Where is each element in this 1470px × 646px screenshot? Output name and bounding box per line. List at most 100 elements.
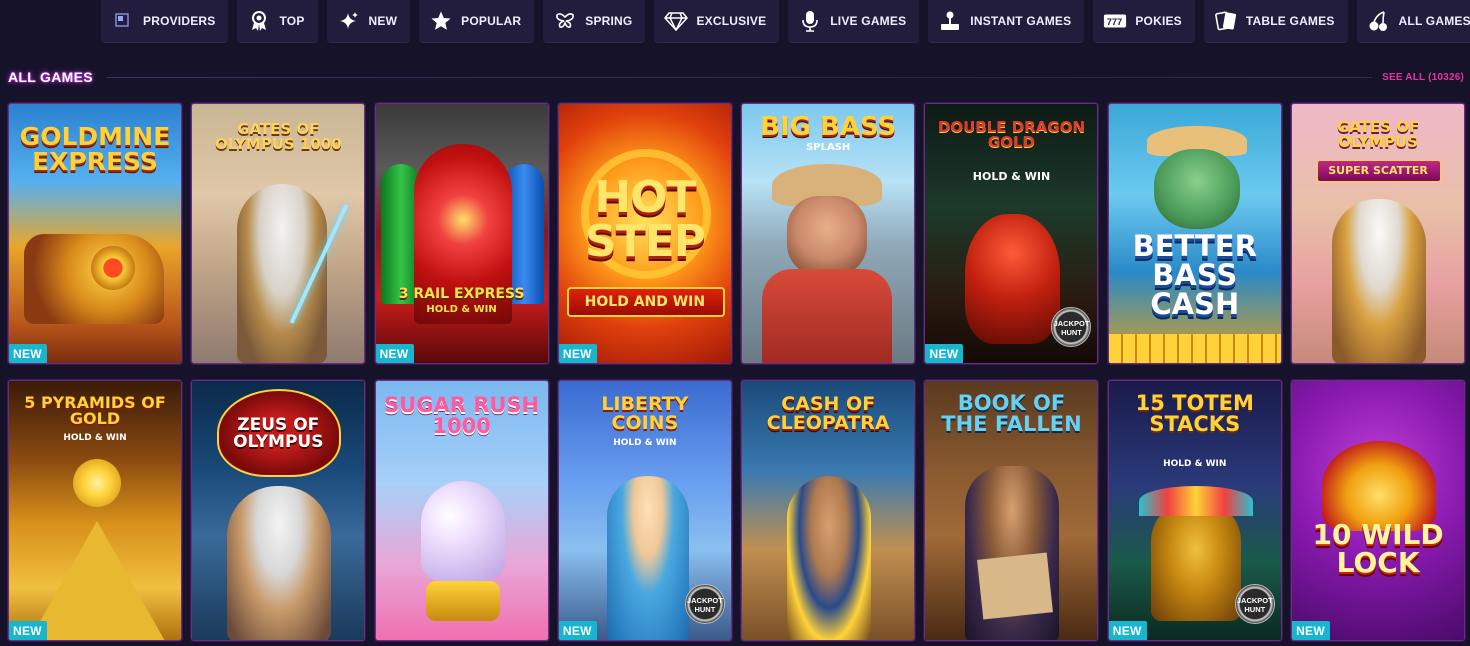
game-title: GATES OF OLYMPUS 1000: [214, 120, 342, 153]
game-title: 5 PYRAMIDS OF GOLD: [24, 393, 166, 428]
category-label: PROVIDERS: [143, 14, 216, 28]
liberty-statue-art: [606, 476, 689, 640]
category-spring[interactable]: SPRING: [543, 0, 646, 43]
cherries-icon: [1367, 9, 1391, 33]
game-title: HOT STEP: [584, 172, 706, 267]
star-icon: [429, 9, 453, 33]
category-exclusive[interactable]: EXCLUSIVE: [654, 0, 780, 43]
category-label: TABLE GAMES: [1245, 14, 1335, 28]
gold-coin-art: [73, 459, 121, 507]
new-badge: NEW: [1292, 621, 1330, 640]
game-card-hot-step[interactable]: HOT STEP HOLD AND WIN NEW: [557, 103, 732, 364]
joystick-icon: [938, 9, 962, 33]
category-all-games[interactable]: ALL GAMES: [1356, 0, 1470, 43]
game-title: 3 RAIL EXPRESS: [398, 286, 525, 302]
category-label: EXCLUSIVE: [696, 14, 767, 28]
see-all-link[interactable]: SEE ALL (10326): [1382, 72, 1464, 83]
game-title: DOUBLE DRAGON GOLD: [937, 118, 1086, 151]
game-subtitle: SUPER SCATTER: [1328, 164, 1428, 177]
game-card-zeus-of-olympus[interactable]: ZEUS OF OLYMPUS: [191, 380, 366, 641]
sparkle-icon: [337, 9, 361, 33]
pyramid-art: [29, 521, 165, 640]
game-title: GOLDMINE EXPRESS: [19, 122, 171, 176]
new-badge: NEW: [9, 621, 47, 640]
category-providers[interactable]: PROVIDERS: [101, 0, 229, 43]
game-card-3-rail-express[interactable]: 3 RAIL EXPRESS HOLD & WIN NEW: [374, 103, 549, 364]
category-popular[interactable]: POPULAR: [419, 0, 535, 43]
game-card-double-dragon-gold[interactable]: DOUBLE DRAGON GOLD HOLD & WIN JACKPOT HUN…: [924, 103, 1099, 364]
jackpot-hunt-badge: JACKPOT HUNT: [684, 584, 725, 624]
game-title: LIBERTY COINS: [601, 393, 689, 434]
diamond-icon: [664, 9, 689, 33]
game-card-10-wild-lock[interactable]: 10 WILD LOCK NEW: [1291, 380, 1466, 641]
award-icon: [247, 9, 271, 33]
new-badge: NEW: [9, 344, 47, 363]
game-card-gates-of-olympus-1000[interactable]: GATES OF OLYMPUS 1000: [191, 103, 366, 364]
games-grid: GOLDMINE EXPRESS NEW GATES OF OLYMPUS 10…: [8, 103, 1466, 641]
totem-art: [1150, 501, 1241, 621]
map-art: [977, 552, 1054, 620]
microphone-icon: [798, 9, 822, 33]
game-title: BIG BASS: [760, 112, 897, 142]
coins-art: [1108, 334, 1281, 363]
game-card-15-totem-stacks[interactable]: 15 TOTEM STACKS HOLD & WIN JACKPOT HUNT N…: [1107, 380, 1282, 641]
shirt-art: [762, 269, 893, 363]
new-badge: NEW: [558, 621, 597, 640]
butterfly-icon: [553, 9, 577, 33]
category-top[interactable]: TOP: [237, 0, 318, 43]
category-label: TOP: [279, 14, 305, 28]
game-title: SUGAR RUSH 1000: [384, 393, 540, 438]
category-label: SPRING: [585, 14, 633, 28]
slot-777-icon: 777: [1103, 9, 1127, 33]
cleopatra-art: [787, 476, 872, 640]
game-subtitle: HOLD & WIN: [613, 438, 677, 448]
jackpot-hunt-badge: JACKPOT HUNT: [1234, 584, 1275, 624]
game-title: 10 WILD LOCK: [1312, 518, 1444, 579]
category-live-games[interactable]: LIVE GAMES: [788, 0, 920, 43]
game-subtitle: SPLASH: [806, 142, 851, 153]
dragon-art: [965, 214, 1061, 344]
headdress-art: [1138, 486, 1253, 516]
star-emblem-art: [91, 246, 135, 290]
gumball-machine-art: [420, 481, 505, 581]
game-card-gates-of-olympus-super-scatter[interactable]: GATES OF OLYMPUS SUPER SCATTER: [1291, 103, 1466, 364]
game-subtitle: HOLD & WIN: [426, 304, 497, 315]
cards-icon: [1214, 9, 1238, 33]
game-card-sugar-rush-1000[interactable]: SUGAR RUSH 1000: [374, 380, 549, 641]
game-subtitle: HOLD & WIN: [972, 170, 1051, 183]
category-pokies[interactable]: 777 POKIES: [1093, 0, 1195, 43]
category-label: ALL GAMES: [1398, 14, 1470, 28]
game-title: BOOK OF THE FALLEN: [941, 391, 1082, 436]
game-card-book-of-the-fallen[interactable]: BOOK OF THE FALLEN: [924, 380, 1099, 641]
providers-icon: [111, 9, 135, 33]
game-card-liberty-coins[interactable]: LIBERTY COINS HOLD & WIN JACKPOT HUNT NEW: [557, 380, 732, 641]
category-label: POPULAR: [461, 14, 522, 28]
game-card-better-bass-cash[interactable]: BETTER BASS CASH: [1107, 103, 1282, 364]
game-subtitle: HOLD & WIN: [63, 433, 127, 443]
machine-base-art: [425, 581, 500, 621]
category-instant-games[interactable]: INSTANT GAMES: [928, 0, 1085, 43]
game-card-goldmine-express[interactable]: GOLDMINE EXPRESS NEW: [8, 103, 182, 364]
category-new[interactable]: NEW: [326, 0, 411, 43]
category-table-games[interactable]: TABLE GAMES: [1203, 0, 1348, 43]
new-badge: NEW: [1108, 621, 1147, 640]
zeus-art: [227, 486, 332, 640]
game-card-cash-of-cleopatra[interactable]: CASH OF CLEOPATRA: [741, 380, 916, 641]
zeus-art: [1332, 199, 1427, 363]
game-card-big-bass-splash[interactable]: BIG BASS SPLASH: [741, 103, 916, 364]
category-bar: PROVIDERS TOP NEW POPULAR SPRING EXCLUSI…: [101, 0, 1470, 43]
new-badge: NEW: [375, 344, 414, 363]
section-divider: [106, 76, 1373, 78]
category-label: NEW: [368, 14, 398, 28]
game-subtitle: HOLD AND WIN: [584, 294, 706, 310]
section-header: ALL GAMES SEE ALL (10326): [8, 67, 1464, 87]
new-badge: NEW: [925, 344, 964, 363]
game-title: 15 TOTEM STACKS: [1135, 391, 1254, 436]
game-subtitle: HOLD & WIN: [1163, 459, 1227, 469]
game-title: ZEUS OF OLYMPUS: [233, 415, 324, 452]
bass-face-art: [1153, 149, 1240, 229]
new-badge: NEW: [558, 344, 597, 363]
category-label: LIVE GAMES: [830, 14, 907, 28]
fisherman-face-art: [787, 196, 868, 276]
game-card-5-pyramids-of-gold[interactable]: 5 PYRAMIDS OF GOLD HOLD & WIN NEW: [8, 380, 182, 641]
